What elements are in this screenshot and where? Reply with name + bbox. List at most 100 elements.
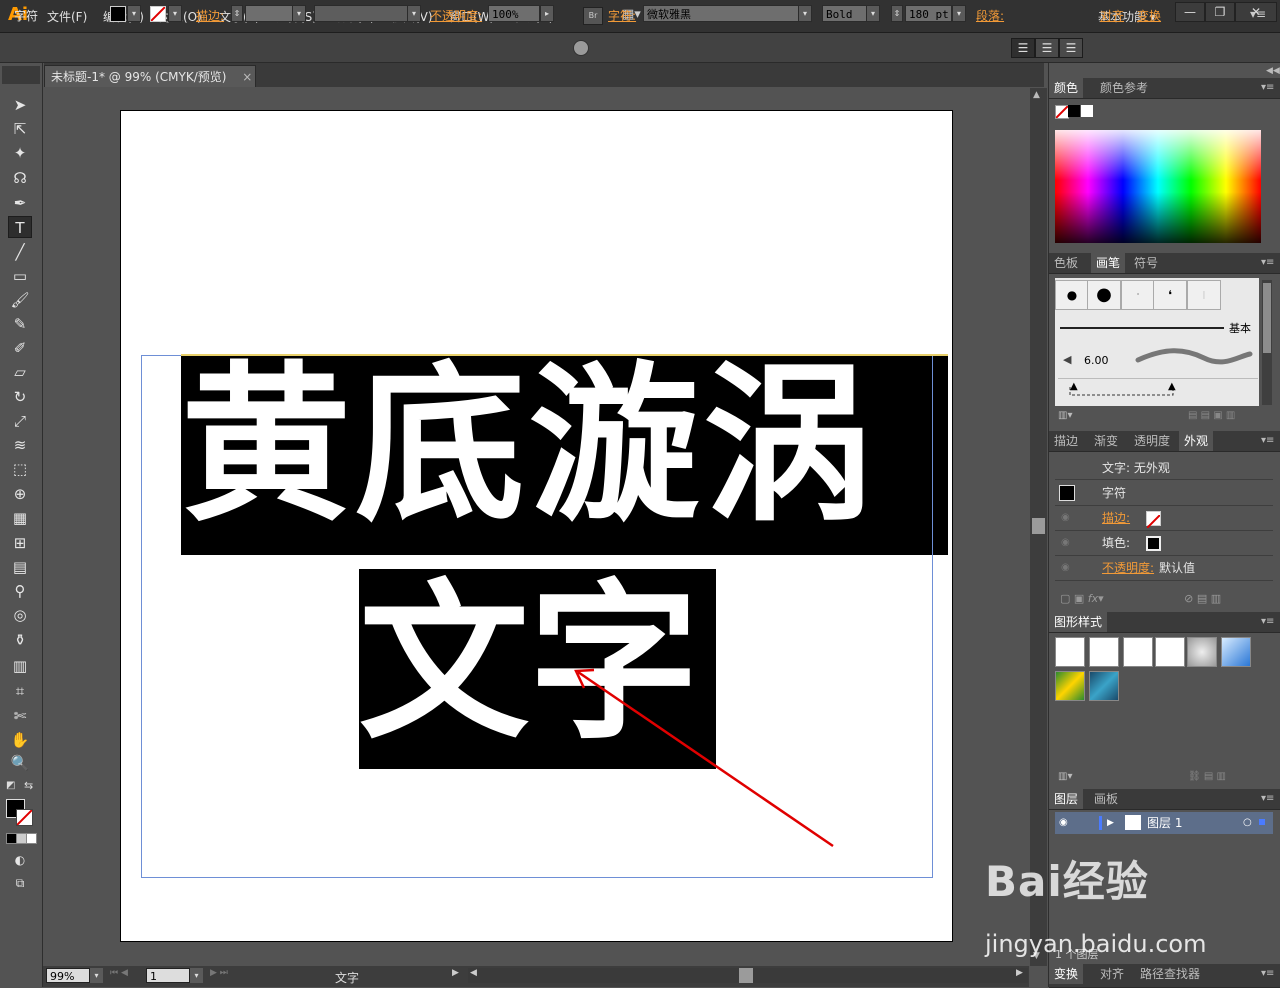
scroll-left-icon[interactable]: ◀ xyxy=(470,968,477,978)
brush-panel-actions-icon[interactable]: ▤ ▤ ▣ ▥ xyxy=(1188,410,1235,421)
color-black-swatch[interactable] xyxy=(1068,105,1080,117)
pattern-brush-sample[interactable]: ▲ ▲ xyxy=(1058,378,1258,405)
none-slash-icon xyxy=(1146,514,1161,529)
layer-target-icon[interactable]: ○ xyxy=(1243,812,1252,834)
panel-menu-icon[interactable]: ▾≡ xyxy=(1261,964,1274,984)
tab-appearance[interactable]: 外观 xyxy=(1179,431,1214,451)
artboard-dropdown-icon[interactable]: ▾ xyxy=(190,968,203,983)
vertical-scroll-thumb[interactable] xyxy=(1032,518,1045,534)
appearance-character-label: 字符 xyxy=(1102,486,1127,500)
scroll-right-icon[interactable]: ▶ xyxy=(1016,968,1023,978)
brush-large-round[interactable]: ● xyxy=(1087,280,1121,310)
style-shadow[interactable] xyxy=(1187,637,1217,667)
tab-brushes[interactable]: 画笔 xyxy=(1091,253,1126,273)
tab-transparency[interactable]: 透明度 xyxy=(1129,431,1175,451)
art-brush-sample[interactable] xyxy=(1134,346,1254,370)
layer-selected-indicator[interactable] xyxy=(1259,819,1265,825)
style-blue-pattern[interactable] xyxy=(1089,671,1119,701)
appearance-stroke-label[interactable]: 描边: xyxy=(1102,506,1130,530)
tab-pathfinder[interactable]: 路径查找器 xyxy=(1135,964,1205,984)
layers-panel-tabs: 图层 画板 ▾≡ xyxy=(1049,789,1280,810)
appearance-stroke-row[interactable]: ◉ 描边: xyxy=(1055,506,1273,531)
panel-menu-icon[interactable]: ▾≡ xyxy=(1261,253,1274,273)
visibility-eye-icon[interactable]: ◉ xyxy=(1061,531,1070,555)
style-white[interactable] xyxy=(1123,637,1153,667)
tab-transform[interactable]: 变换 xyxy=(1049,964,1084,984)
speaker-icon: ◀ xyxy=(1063,353,1072,366)
pattern-brush-icon: ▲ ▲ xyxy=(1069,381,1176,396)
panel-menu-icon[interactable]: ▾≡ xyxy=(1261,789,1274,809)
collapse-panels-icon[interactable]: ◀◀ xyxy=(1266,66,1280,76)
basic-brush-stroke[interactable] xyxy=(1060,327,1224,329)
style-library-menu-icon[interactable]: ▥▾ xyxy=(1058,771,1072,782)
brush-calligraphic[interactable]: ❛ xyxy=(1153,280,1187,310)
brush-small-round[interactable]: ● xyxy=(1055,280,1089,310)
basic-brush-label: 基本 xyxy=(1229,322,1251,335)
brush-panel-tabs: 色板 画笔 符号 ▾≡ xyxy=(1049,253,1280,274)
tab-graphic-styles[interactable]: 图形样式 xyxy=(1049,612,1108,632)
baidu-watermark-logo: Bai经验 xyxy=(985,857,1149,906)
appearance-actions-icon[interactable]: ▢ ▣ fx▾ ⊘ ▤ ▥ xyxy=(1060,592,1221,605)
appearance-opacity-value: 默认值 xyxy=(1159,561,1196,575)
bottom-panel-tabs: 变换 对齐 路径查找器 ▾≡ xyxy=(1049,964,1280,988)
tab-gradient[interactable]: 渐变 xyxy=(1089,431,1123,451)
none-slash-icon xyxy=(1055,105,1069,119)
panel-menu-icon[interactable]: ▾≡ xyxy=(1261,431,1274,451)
appearance-character-row[interactable]: 字符 xyxy=(1055,481,1273,506)
tab-color-guide[interactable]: 颜色参考 xyxy=(1095,78,1153,98)
tab-swatches[interactable]: 色板 xyxy=(1049,253,1083,273)
fill-black-swatch[interactable] xyxy=(1146,536,1161,551)
style-panel-actions-icon[interactable]: ⛓ ▤ ▥ xyxy=(1188,771,1226,782)
tab-layers[interactable]: 图层 xyxy=(1049,789,1084,809)
scroll-up-icon[interactable]: ▲ xyxy=(1033,90,1040,100)
style-blue-gradient[interactable] xyxy=(1221,637,1251,667)
graphic-styles-panel-tabs: 图形样式 ▾≡ xyxy=(1049,612,1280,633)
layer-name[interactable]: 图层 1 xyxy=(1147,812,1182,834)
visibility-eye-icon[interactable]: ◉ xyxy=(1061,506,1070,530)
baidu-watermark-url: jingyan.baidu.com xyxy=(985,930,1207,958)
visibility-eye-icon[interactable]: ◉ xyxy=(1061,556,1070,580)
style-green-pattern[interactable] xyxy=(1055,671,1085,701)
character-swatch xyxy=(1059,485,1075,501)
appearance-opacity-label[interactable]: 不透明度: xyxy=(1102,556,1154,580)
zoom-dropdown-icon[interactable]: ▾ xyxy=(90,968,103,983)
first-artboard-icon[interactable]: ⏮ ◀ xyxy=(110,968,128,978)
appearance-fill-row[interactable]: ◉ 填色: xyxy=(1055,531,1273,556)
color-none-swatch[interactable] xyxy=(1055,105,1069,119)
artboard-number-input[interactable]: 1 xyxy=(146,968,190,983)
tab-stroke[interactable]: 描边 xyxy=(1049,431,1083,451)
layer-thumbnail xyxy=(1125,815,1141,830)
svg-text:▲: ▲ xyxy=(1070,381,1078,392)
brush-scroll-thumb[interactable] xyxy=(1263,283,1271,353)
layer-visibility-icon[interactable]: ◉ xyxy=(1059,812,1068,834)
brush-size-value: 6.00 xyxy=(1084,354,1109,367)
panel-menu-icon[interactable]: ▾≡ xyxy=(1261,78,1274,98)
style-two-boxes[interactable] xyxy=(1155,637,1185,667)
horizontal-scroll-thumb[interactable] xyxy=(739,968,753,983)
tab-align[interactable]: 对齐 xyxy=(1095,964,1129,984)
layer-expand-icon[interactable]: ▶ xyxy=(1107,812,1114,834)
stroke-none-swatch[interactable] xyxy=(1146,511,1161,529)
svg-text:▲: ▲ xyxy=(1168,381,1176,392)
color-panel-tabs: 颜色 颜色参考 ▾≡ xyxy=(1049,78,1280,99)
panel-menu-icon[interactable]: ▾≡ xyxy=(1261,612,1274,632)
style-default[interactable] xyxy=(1055,637,1085,667)
color-white-swatch[interactable] xyxy=(1081,105,1093,117)
brush-library-menu-icon[interactable]: ▥▾ xyxy=(1058,410,1072,421)
status-menu-icon[interactable]: ▶ xyxy=(452,968,459,978)
layer-color-indicator xyxy=(1099,816,1102,830)
appearance-panel-tabs: 描边 渐变 透明度 外观 ▾≡ xyxy=(1049,431,1280,452)
tab-artboards[interactable]: 画板 xyxy=(1089,789,1123,809)
tab-symbols[interactable]: 符号 xyxy=(1129,253,1163,273)
current-tool-status: 文字 xyxy=(335,971,360,985)
next-artboard-icon[interactable]: ▶ ⏭ xyxy=(210,968,228,978)
brush-faint[interactable]: | xyxy=(1187,280,1221,310)
zoom-level-input[interactable]: 99% xyxy=(46,968,90,983)
brush-tiny-dot[interactable]: · xyxy=(1121,280,1155,310)
tab-color[interactable]: 颜色 xyxy=(1049,78,1084,98)
appearance-opacity-row[interactable]: ◉ 不透明度: 默认值 xyxy=(1055,556,1273,581)
appearance-header: 文字: 无外观 xyxy=(1055,456,1273,480)
appearance-fill-label: 填色: xyxy=(1102,536,1131,550)
style-default-text[interactable] xyxy=(1089,637,1119,667)
layer-row[interactable]: ◉ ▶ 图层 1 ○ xyxy=(1055,812,1273,834)
